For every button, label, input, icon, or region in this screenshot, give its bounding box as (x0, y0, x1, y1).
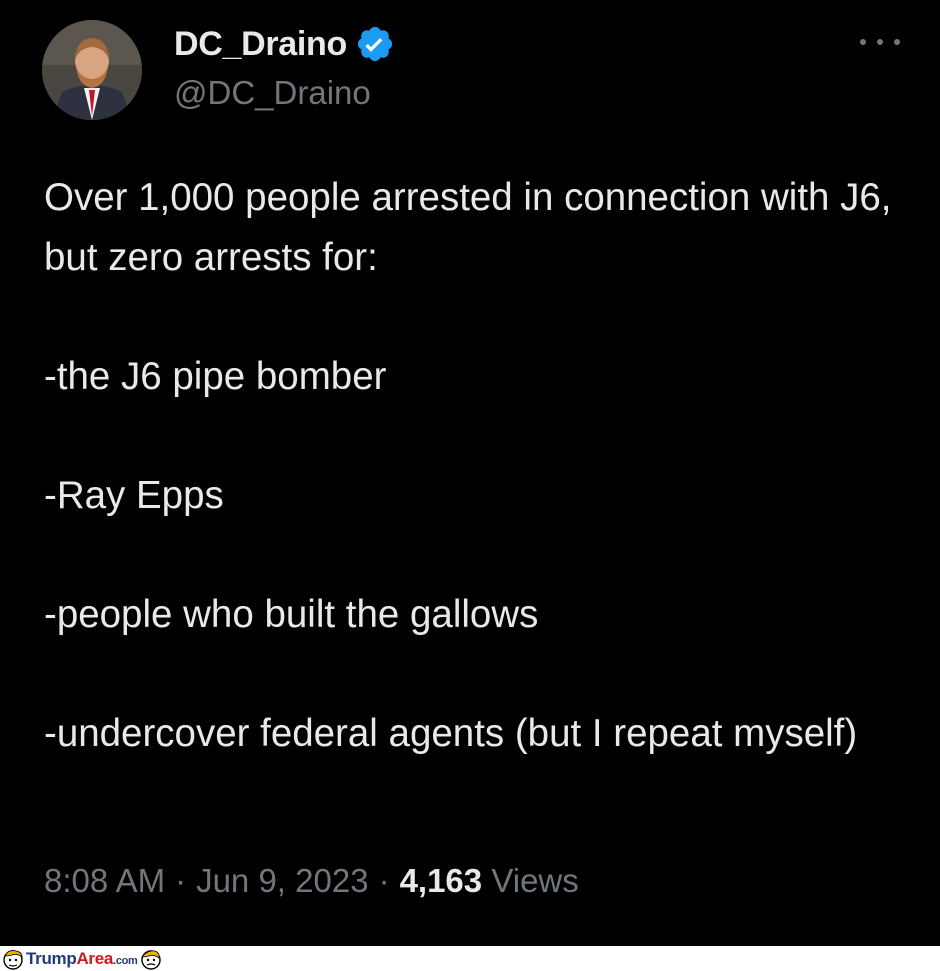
avatar-image (42, 20, 142, 120)
cartoon-face-icon (3, 949, 23, 970)
meta-separator: · (175, 862, 187, 899)
cartoon-face-icon (140, 949, 161, 970)
watermark-text: TrumpArea.com (26, 948, 138, 968)
tweet-date[interactable]: Jun 9, 2023 (196, 862, 368, 900)
author-name-row: DC_Draino (174, 22, 395, 66)
tweet-meta: 8:08 AM · Jun 9, 2023 · 4,163 Views (44, 862, 579, 900)
meta-separator: · (378, 862, 390, 899)
watermark-bar: TrumpArea.com (0, 946, 940, 971)
tweet-time[interactable]: 8:08 AM (44, 862, 165, 900)
author-handle[interactable]: @DC_Draino (174, 74, 371, 112)
avatar[interactable] (42, 20, 142, 120)
display-name[interactable]: DC_Draino (174, 25, 347, 64)
views-count: 4,163 (399, 862, 483, 899)
more-options-icon[interactable] (860, 30, 900, 54)
tweet: DC_Draino @DC_Draino Over 1,000 people a… (0, 0, 940, 946)
verified-badge-icon (355, 24, 395, 64)
watermark: TrumpArea.com (0, 946, 164, 971)
tweet-text: Over 1,000 people arrested in connection… (44, 176, 892, 755)
views-label: Views (491, 862, 579, 899)
